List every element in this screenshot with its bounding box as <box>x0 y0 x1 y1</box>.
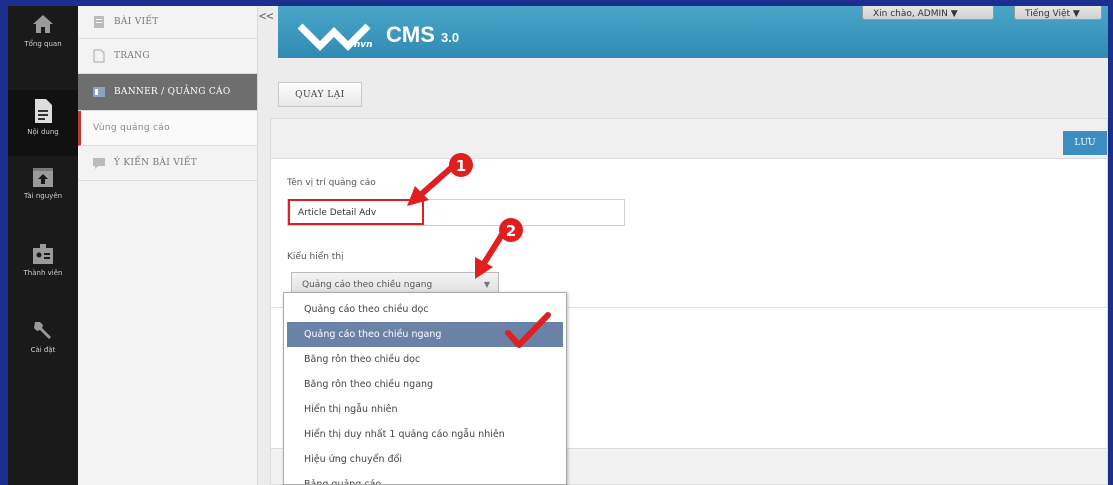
annotation-arrow-2: 2 <box>475 218 523 279</box>
collapse-sidebar-button[interactable]: << <box>259 9 273 23</box>
rail-item-members[interactable]: Thành viên <box>8 243 78 303</box>
upload-icon <box>33 168 53 187</box>
nav-item-label: BANNER / QUẢNG CÁO <box>114 87 231 97</box>
rail-item-label: Nội dung <box>27 128 59 136</box>
nav-item-ad-zones[interactable]: Vùng quảng cáo <box>78 111 257 146</box>
rail-item-overview[interactable]: Tổng quan <box>8 12 78 72</box>
nav-item-articles[interactable]: BÀI VIẾT <box>78 6 257 39</box>
back-button[interactable]: QUAY LẠI <box>278 82 362 107</box>
dropdown-option[interactable]: Băng rôn theo chiều ngang <box>284 372 566 397</box>
app-header: vnvn CMS 3.0 Xin chào, ADMIN ▼ Tiếng Việ… <box>278 6 1108 58</box>
annotation-step-2: 2 <box>506 222 516 240</box>
annotation-arrow-1: 1 <box>407 153 473 206</box>
comment-icon <box>92 156 106 170</box>
content-nav: BÀI VIẾT TRANG BANNER / QUẢNG CÁO Vùng q… <box>78 6 258 485</box>
dropdown-option[interactable]: Hiển thị ngẫu nhiên <box>284 397 566 422</box>
rail-item-label: Tổng quan <box>24 40 62 48</box>
annotation-step-1: 1 <box>456 157 466 175</box>
page-icon <box>92 49 106 63</box>
icon-rail: Tổng quan Nội dung Tài nguyên Thành viên… <box>8 6 78 485</box>
rail-item-content[interactable]: Nội dung <box>8 90 78 156</box>
nav-item-label: BÀI VIẾT <box>114 17 159 27</box>
home-icon <box>33 15 53 33</box>
nav-item-banner[interactable]: BANNER / QUẢNG CÁO <box>78 74 257 111</box>
user-menu-label: Xin chào, ADMIN <box>873 9 948 19</box>
panel-toolbar: LƯU <box>271 119 1107 159</box>
display-type-value: Quảng cáo theo chiều ngang <box>302 279 433 290</box>
checkmark-icon <box>505 312 551 348</box>
logo-version: 3.0 <box>441 30 460 45</box>
wrench-icon <box>34 322 51 339</box>
dropdown-option[interactable]: Hiệu ứng chuyển đổi <box>284 447 566 472</box>
rail-item-label: Cài đặt <box>30 346 56 354</box>
display-type-label: Kiểu hiển thị <box>287 252 344 262</box>
position-name-label: Tên vị trí quảng cáo <box>287 178 376 188</box>
nav-item-pages[interactable]: TRANG <box>78 39 257 74</box>
language-menu-label: Tiếng Việt <box>1025 9 1071 19</box>
rail-item-resources[interactable]: Tài nguyên <box>8 166 78 226</box>
logo-cms: CMS <box>386 22 435 47</box>
logo-mark: vnvn <box>298 23 373 51</box>
language-menu-button[interactable]: Tiếng Việt ▼ <box>1014 6 1102 20</box>
logo-text: CMS 3.0 <box>386 22 459 48</box>
dropdown-option[interactable]: Bảng quảng cáo <box>284 472 566 484</box>
articles-icon <box>92 15 106 29</box>
document-icon <box>35 99 52 123</box>
banner-icon <box>92 85 106 99</box>
logo-sub: vnvn <box>348 40 373 50</box>
nav-item-label: TRANG <box>114 51 150 61</box>
members-icon <box>33 244 53 264</box>
nav-item-label: Vùng quảng cáo <box>93 123 170 133</box>
nav-item-label: Ý KIẾN BÀI VIẾT <box>114 158 198 168</box>
nav-item-comments[interactable]: Ý KIẾN BÀI VIẾT <box>78 146 257 181</box>
rail-item-label: Tài nguyên <box>23 192 63 200</box>
logo: vnvn CMS 3.0 <box>298 16 498 56</box>
rail-item-label: Thành viên <box>23 269 63 277</box>
user-menu-button[interactable]: Xin chào, ADMIN ▼ <box>862 6 994 20</box>
dropdown-option[interactable]: Hiển thị duy nhất 1 quảng cáo ngẫu nhiên <box>284 422 566 447</box>
rail-item-settings[interactable]: Cài đặt <box>8 318 78 378</box>
save-button[interactable]: LƯU <box>1063 131 1107 155</box>
